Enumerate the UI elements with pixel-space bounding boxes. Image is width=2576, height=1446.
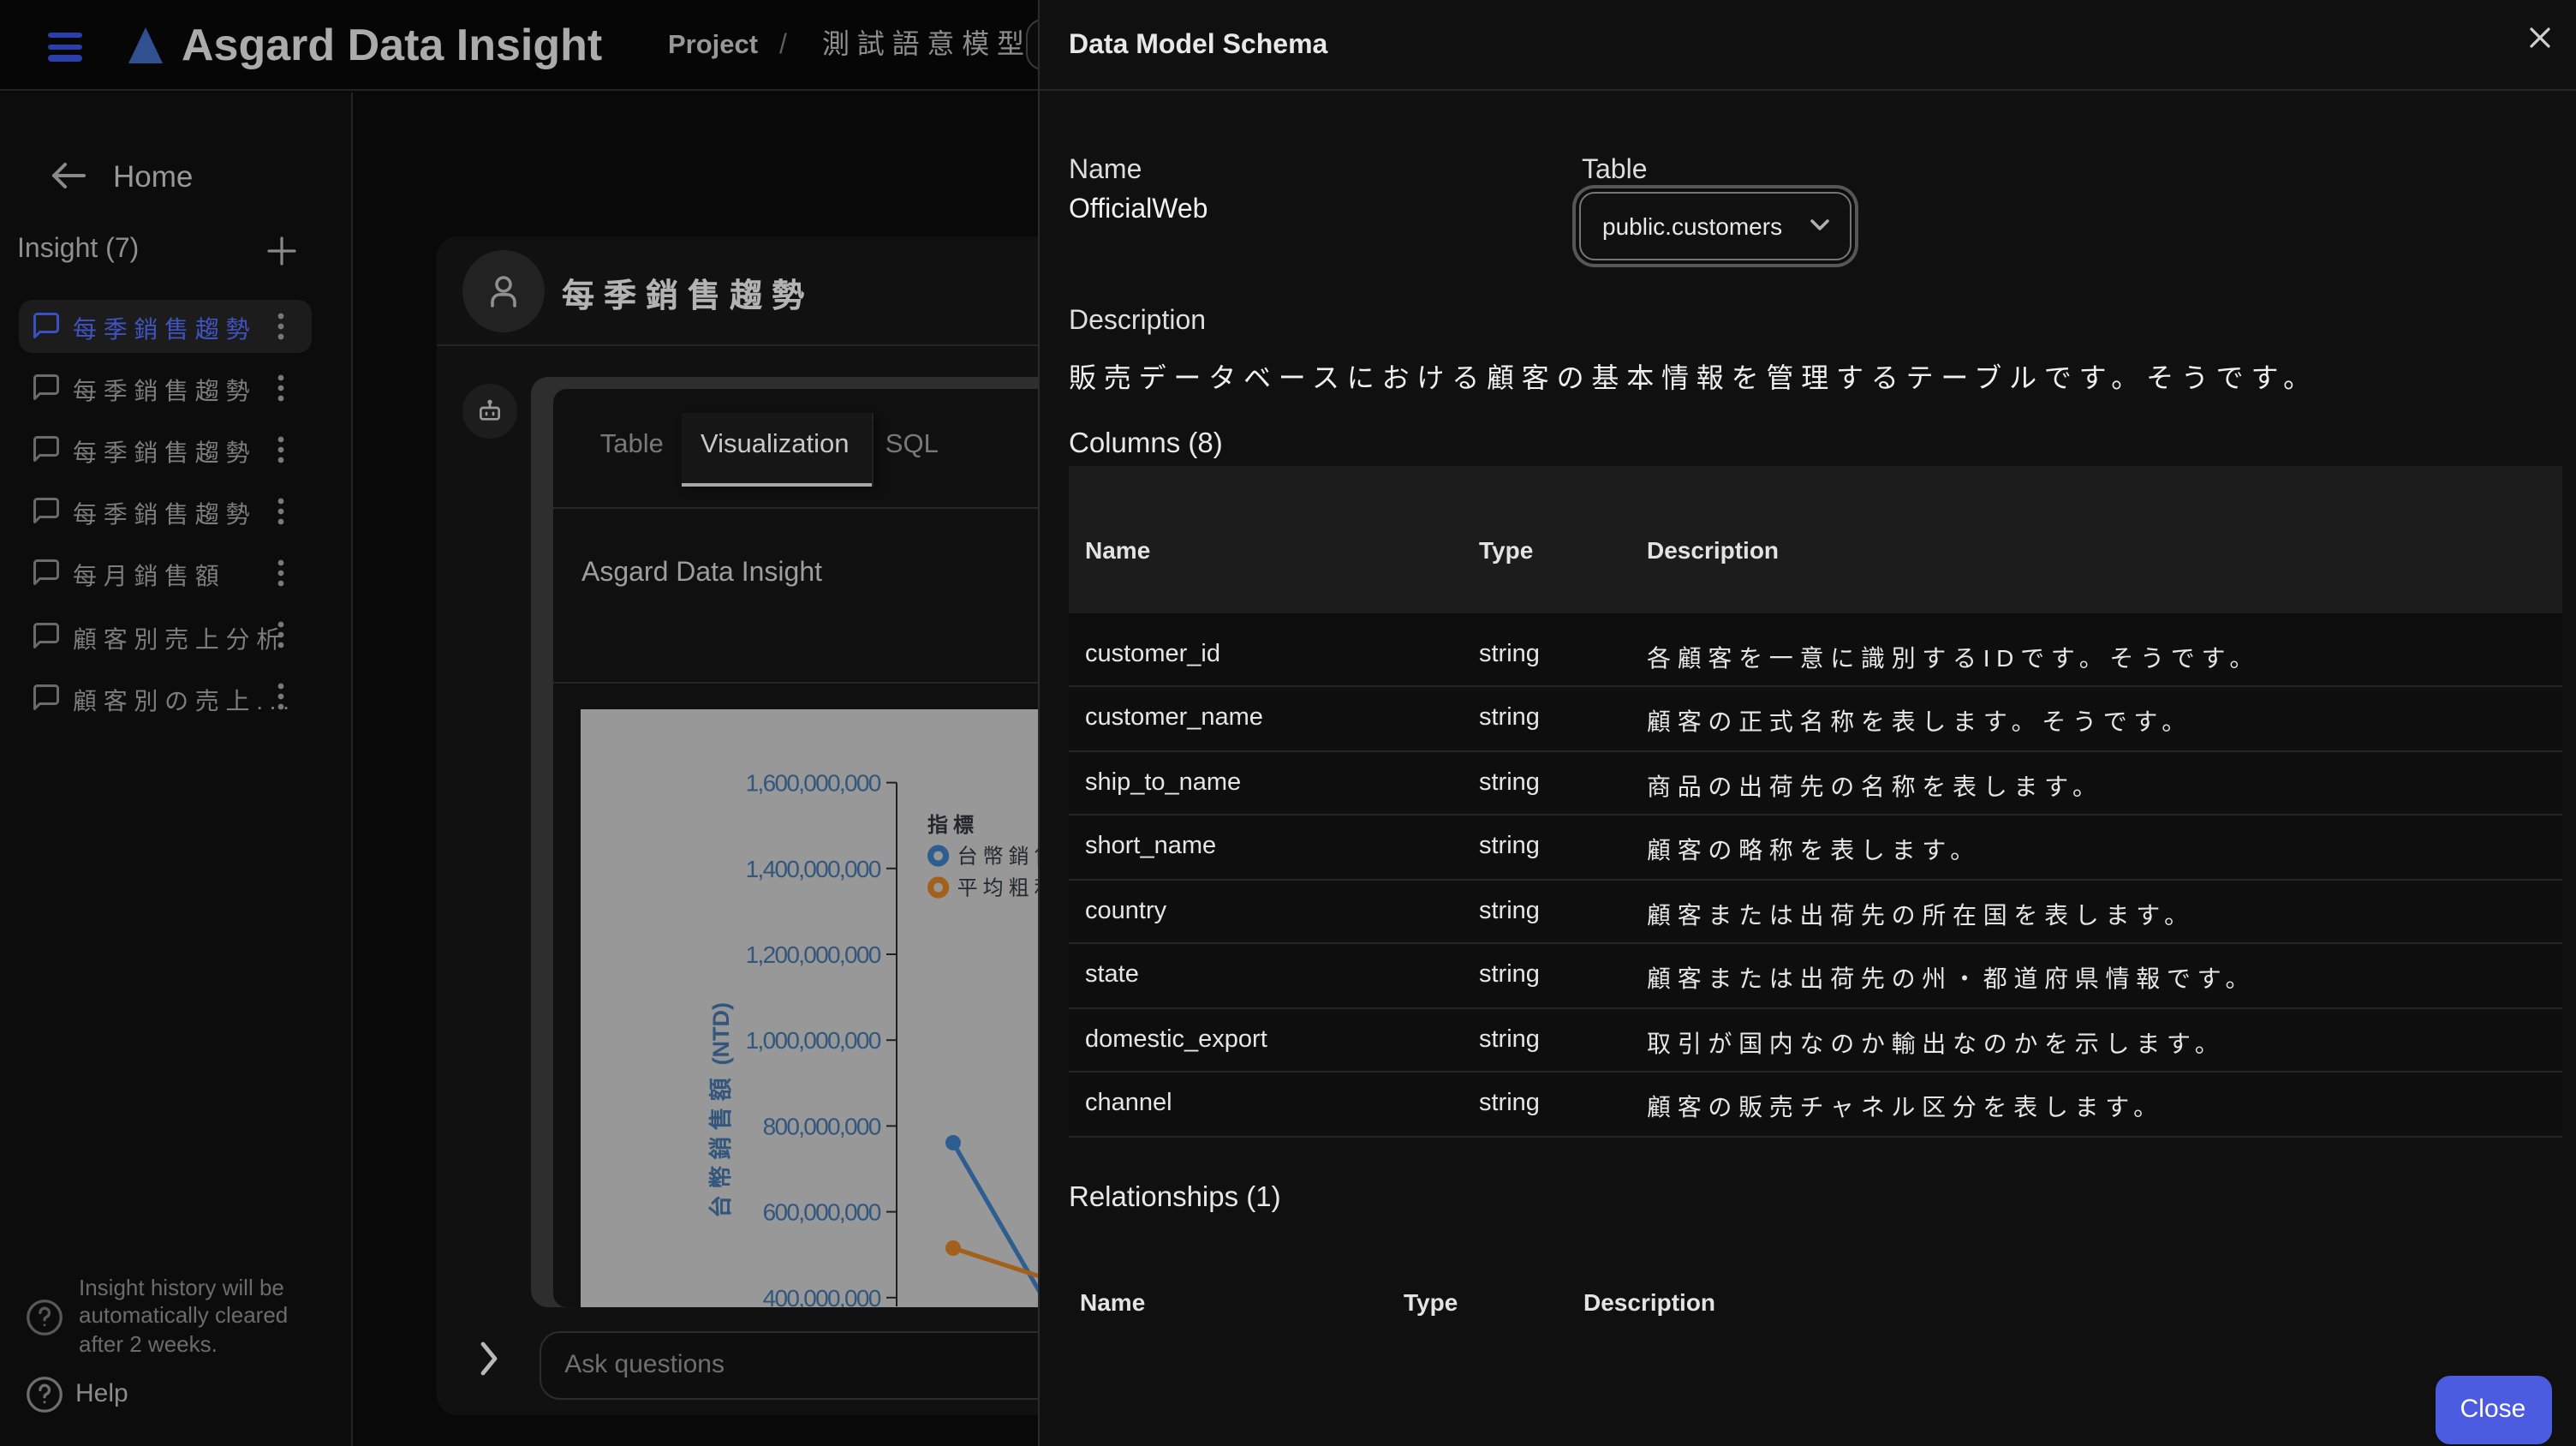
svg-text:400,000,000: 400,000,000 — [762, 1286, 880, 1307]
svg-text:600,000,000: 600,000,000 — [762, 1199, 880, 1226]
svg-text:1,000,000,000: 1,000,000,000 — [745, 1028, 880, 1055]
svg-text:1,600,000,000: 1,600,000,000 — [745, 770, 880, 797]
svg-text:台幣銷售額 (NTD): 台幣銷售額 (NTD) — [707, 1003, 734, 1219]
svg-text:1,400,000,000: 1,400,000,000 — [745, 857, 880, 883]
svg-text:800,000,000: 800,000,000 — [762, 1114, 880, 1140]
svg-text:1,200,000,000: 1,200,000,000 — [745, 942, 880, 969]
svg-text:指標: 指標 — [927, 815, 979, 838]
